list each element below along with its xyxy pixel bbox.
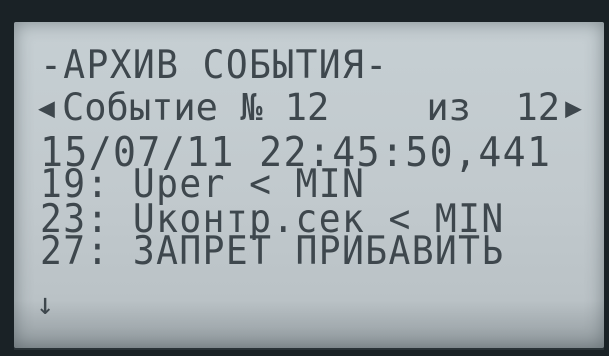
event-number-label: Событие № 12 bbox=[62, 86, 330, 129]
next-event-arrow-icon[interactable]: ▶ bbox=[565, 88, 582, 128]
lcd-shade bbox=[14, 300, 604, 350]
event-entry: 27: ЗАПРЕТ ПРИБАВИТЬ bbox=[40, 229, 505, 274]
prev-event-arrow-icon[interactable]: ◀ bbox=[38, 88, 55, 128]
event-navigation: ◀ Событие № 12 из 12 ▶ bbox=[38, 88, 582, 128]
screen-title: -АРХИВ СОБЫТИЯ- bbox=[40, 43, 389, 88]
scroll-down-arrow-icon[interactable]: ↓ bbox=[36, 290, 54, 320]
device-frame: -АРХИВ СОБЫТИЯ- ◀ Событие № 12 из 12 ▶ 1… bbox=[0, 0, 609, 356]
event-total-count: из 12 bbox=[426, 86, 560, 129]
